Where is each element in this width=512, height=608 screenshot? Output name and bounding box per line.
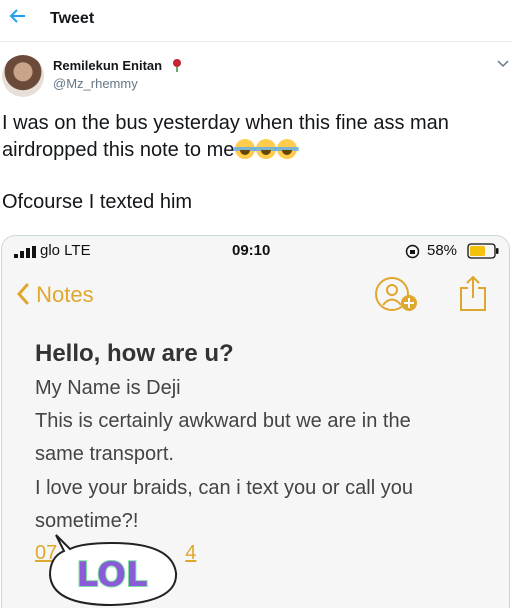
signal-icon (14, 246, 36, 258)
tweet-text-line-1: I was on the bus yesterday when this fin… (2, 112, 449, 134)
laughing-emoji-icon (254, 139, 279, 159)
note-line: same transport. (35, 443, 174, 465)
notes-back-label: Notes (36, 282, 94, 307)
battery-icon (467, 243, 499, 259)
avatar[interactable] (2, 55, 44, 97)
note-line: My Name is Deji (35, 377, 181, 399)
attached-screenshot[interactable]: glo LTE 09:10 58% Notes Hello, how are u… (1, 235, 510, 608)
add-person-icon[interactable] (374, 276, 420, 314)
status-bar: glo LTE 09:10 58% (2, 236, 509, 268)
notes-back-button[interactable]: Notes (16, 282, 94, 308)
tweet-text-line-2: airdropped this note to me (2, 137, 502, 164)
battery-percent: 58% (427, 242, 458, 259)
rotation-lock-icon (405, 244, 420, 259)
laughing-emoji-icon (275, 139, 300, 159)
note-line: I love your braids, can i text you or ca… (35, 477, 413, 499)
carrier-label: glo LTE (40, 242, 91, 259)
tweet-header: Tweet (0, 0, 512, 42)
page-title: Tweet (50, 10, 95, 27)
arrow-left-icon[interactable] (8, 6, 28, 26)
rose-icon (173, 59, 181, 72)
note-title: Hello, how are u? (35, 340, 234, 367)
laughing-emoji-icon (233, 139, 258, 159)
tweet-text-line-3: Ofcourse I texted him (2, 191, 193, 213)
lol-sticker: LOL (48, 534, 178, 607)
tweet-text-line-2-text: airdropped this note to me (2, 139, 235, 161)
author-name[interactable]: Remilekun Enitan (53, 58, 162, 73)
sticker-text: LOL (76, 555, 147, 595)
author-handle[interactable]: @Mz_rhemmy (53, 76, 138, 91)
chevron-left-icon (16, 283, 29, 305)
share-icon[interactable] (458, 274, 488, 312)
chevron-down-icon[interactable] (497, 58, 509, 68)
phone-number-end: 4 (185, 542, 197, 564)
note-line: This is certainly awkward but we are in … (35, 410, 411, 432)
clock: 09:10 (232, 242, 271, 259)
